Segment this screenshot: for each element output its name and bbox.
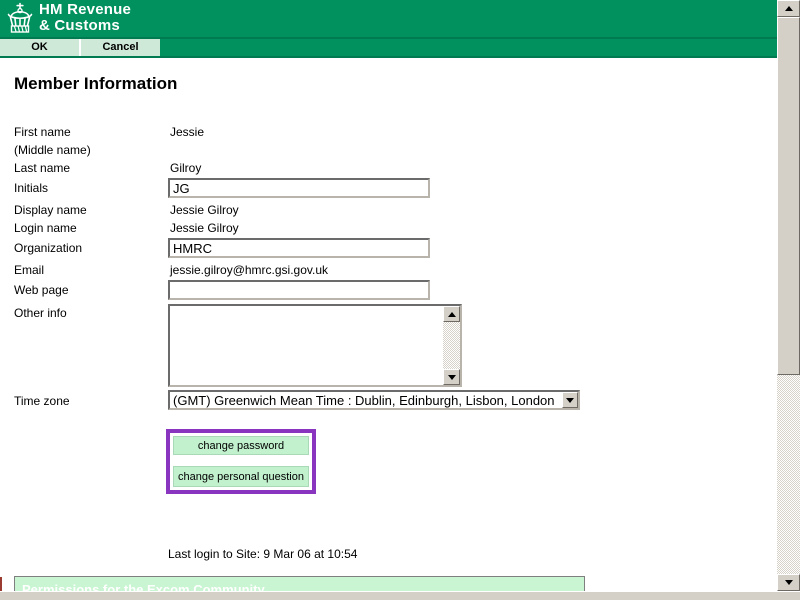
permissions-section-header: Permissions for the Excom Community	[14, 576, 585, 591]
time-zone-label: Time zone	[14, 394, 70, 408]
window-bottom-strip	[0, 591, 800, 600]
middle-name-label: (Middle name)	[14, 143, 91, 157]
brand-line-1: HM Revenue	[39, 2, 131, 18]
time-zone-selected-value: (GMT) Greenwich Mean Time : Dublin, Edin…	[173, 393, 555, 408]
last-name-label: Last name	[14, 161, 70, 175]
first-name-label: First name	[14, 125, 71, 139]
textarea-scroll-up-icon[interactable]	[443, 306, 460, 322]
last-login-text: Last login to Site: 9 Mar 06 at 10:54	[168, 547, 357, 561]
brand-title: HM Revenue & Customs	[39, 2, 131, 34]
crown-logo-icon	[4, 2, 36, 35]
cancel-button[interactable]: Cancel	[81, 39, 160, 56]
ok-button[interactable]: OK	[0, 39, 79, 56]
organization-label: Organization	[14, 241, 82, 255]
login-name-value: Jessie Gilroy	[170, 221, 239, 235]
other-info-label: Other info	[14, 306, 67, 320]
member-information-page: HM Revenue & Customs OK Cancel Member In…	[0, 0, 800, 600]
page-title: Member Information	[14, 74, 177, 94]
change-password-button[interactable]: change password	[173, 436, 309, 455]
textarea-scroll-down-icon[interactable]	[443, 369, 460, 385]
account-actions-box: change password change personal question	[166, 429, 316, 494]
time-zone-select[interactable]: (GMT) Greenwich Mean Time : Dublin, Edin…	[168, 390, 580, 410]
chevron-down-icon[interactable]	[562, 392, 578, 408]
initials-input[interactable]	[168, 178, 430, 198]
scrollbar-thumb[interactable]	[777, 17, 800, 375]
header-divider-bottom	[0, 56, 777, 58]
login-name-label: Login name	[14, 221, 77, 235]
web-page-label: Web page	[14, 283, 69, 297]
email-value: jessie.gilroy@hmrc.gsi.gov.uk	[170, 263, 328, 277]
table-left-edge	[0, 577, 2, 591]
page-scrollbar[interactable]	[777, 0, 800, 591]
other-info-textarea[interactable]	[168, 304, 462, 387]
brand-line-2: & Customs	[39, 18, 131, 34]
hmrc-header-banner: HM Revenue & Customs	[0, 0, 777, 37]
first-name-value: Jessie	[170, 125, 204, 139]
display-name-value: Jessie Gilroy	[170, 203, 239, 217]
last-name-value: Gilroy	[170, 161, 201, 175]
scroll-down-icon[interactable]	[777, 574, 800, 591]
web-page-input[interactable]	[168, 280, 430, 300]
permissions-section-title: Permissions for the Excom Community	[22, 582, 265, 591]
display-name-label: Display name	[14, 203, 87, 217]
toolbar: OK Cancel	[0, 39, 777, 56]
scroll-up-icon[interactable]	[777, 0, 800, 17]
email-label: Email	[14, 263, 44, 277]
change-personal-question-button[interactable]: change personal question	[173, 466, 309, 487]
textarea-scrollbar[interactable]	[443, 306, 460, 385]
initials-label: Initials	[14, 181, 48, 195]
organization-input[interactable]	[168, 238, 430, 258]
